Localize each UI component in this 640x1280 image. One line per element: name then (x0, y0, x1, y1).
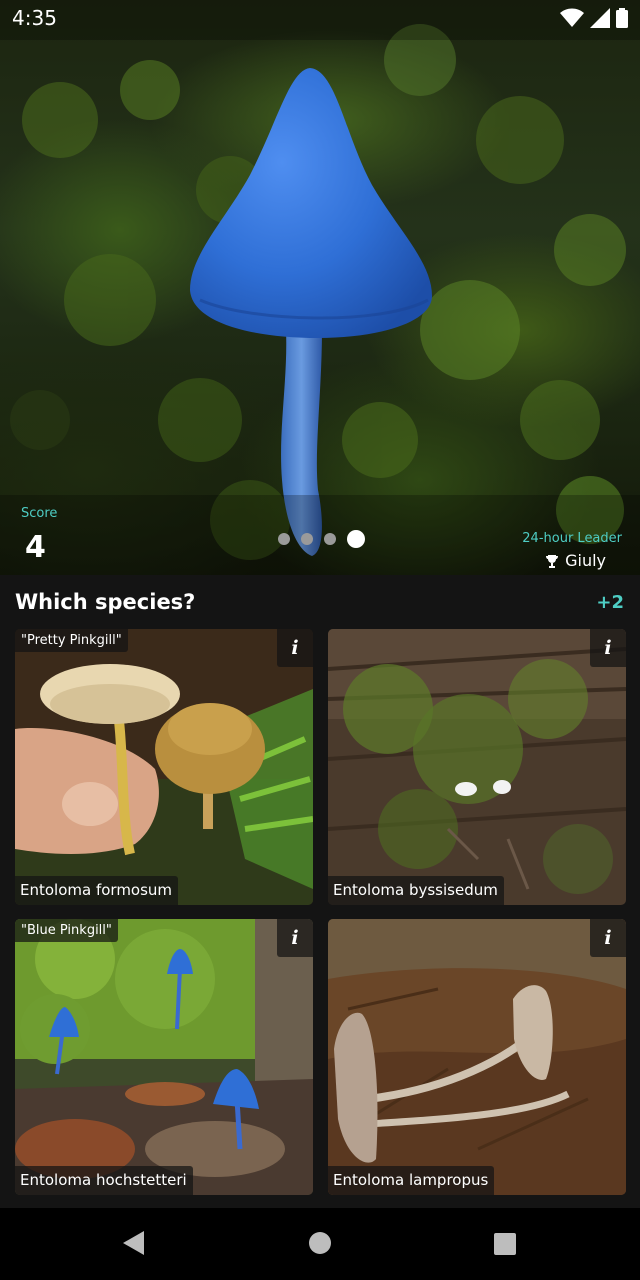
info-icon: i (291, 637, 299, 659)
option-photo (328, 629, 626, 905)
recents-icon[interactable] (493, 1232, 517, 1256)
pager-dot-active[interactable] (347, 530, 365, 548)
info-icon: i (291, 927, 299, 949)
option-photo (328, 919, 626, 1195)
score-label: Score (21, 506, 58, 521)
pager-dot[interactable] (324, 533, 336, 545)
trophy-icon (546, 554, 559, 568)
photo-pager[interactable] (278, 530, 365, 548)
blue-mushroom-photo (0, 0, 640, 575)
leader-label: 24-hour Leader (522, 531, 622, 546)
back-icon[interactable] (122, 1230, 146, 1256)
leader-name-row[interactable]: Giuly (545, 551, 606, 570)
option-card[interactable]: i Entoloma lampropus (328, 919, 626, 1195)
question-title: Which species? (15, 590, 196, 614)
option-photo (15, 919, 313, 1195)
info-icon: i (604, 637, 612, 659)
option-card[interactable]: "Pretty Pinkgill" i Entoloma formosum (15, 629, 313, 905)
common-name-tag: "Pretty Pinkgill" (15, 629, 128, 652)
status-icons (560, 8, 628, 28)
species-name: Entoloma formosum (15, 876, 179, 905)
species-name: Entoloma lampropus (328, 1166, 495, 1195)
info-icon: i (604, 927, 612, 949)
option-photo (15, 629, 313, 905)
info-button[interactable]: i (277, 919, 313, 957)
info-button[interactable]: i (590, 629, 626, 667)
hero-photo[interactable]: 4:35 Score 4 24-hour Leader Giuly (0, 0, 640, 575)
info-button[interactable]: i (590, 919, 626, 957)
option-card[interactable]: "Blue Pinkgill" i Entoloma hochstetteri (15, 919, 313, 1195)
species-name: Entoloma byssisedum (328, 876, 504, 905)
home-icon[interactable] (308, 1231, 332, 1255)
status-time: 4:35 (12, 6, 57, 30)
species-name: Entoloma hochstetteri (15, 1166, 193, 1195)
option-card[interactable]: i Entoloma byssisedum (328, 629, 626, 905)
bonus-points: +2 (596, 592, 624, 613)
leader-name: Giuly (565, 551, 606, 570)
cellular-signal-icon (590, 8, 610, 28)
wifi-icon (560, 8, 584, 27)
pager-dot[interactable] (301, 533, 313, 545)
system-navigation-bar (0, 1208, 640, 1280)
common-name-tag: "Blue Pinkgill" (15, 919, 118, 942)
score-value: 4 (25, 530, 46, 565)
pager-dot[interactable] (278, 533, 290, 545)
battery-icon (616, 8, 628, 28)
info-button[interactable]: i (277, 629, 313, 667)
